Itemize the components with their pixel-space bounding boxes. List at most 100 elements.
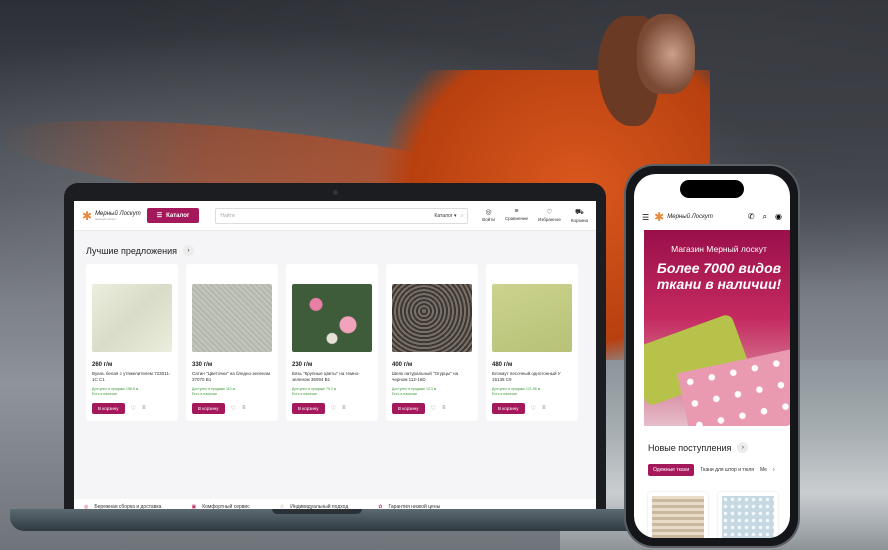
- product-price: 480 г/м: [492, 362, 513, 368]
- product-price: 330 г/м: [192, 362, 213, 368]
- login-button[interactable]: ◎ Войти: [482, 208, 495, 223]
- mobile-header: ☰ ✱ Мерный Лоскут ✆ ⌕ ◉: [634, 210, 790, 224]
- dynamic-island: [680, 180, 744, 198]
- brand-tagline: мерный лоскут: [95, 216, 116, 221]
- product-price: 400 г/м: [392, 362, 413, 368]
- product-name[interactable]: Сатин "Цветочки" на бледно-зеленом 37070…: [192, 371, 272, 384]
- catalog-label: Каталог: [166, 212, 190, 219]
- add-to-cart-button[interactable]: В корзину: [292, 402, 325, 414]
- product-image[interactable]: [292, 284, 372, 352]
- product-name[interactable]: Блэкаут песочный однотонный У 15138 С9: [492, 371, 572, 384]
- heart-icon: ♡: [546, 209, 553, 216]
- add-to-cart-button[interactable]: В корзину: [192, 402, 225, 414]
- compare-icon[interactable]: ≡: [342, 405, 346, 411]
- laptop-base: [10, 509, 670, 531]
- product-name[interactable]: Бязь "Крупные цветы" на темно-зеленом 36…: [292, 371, 372, 384]
- product-card[interactable]: 260 г/м Вуаль белая с утяжелителем 72301…: [86, 264, 178, 421]
- brand-name: Мерный Лоскут: [95, 210, 141, 217]
- chevron-right-icon[interactable]: ›: [737, 442, 749, 453]
- product-list: 260 г/м Вуаль белая с утяжелителем 72301…: [74, 264, 596, 421]
- compare-label: Сравнение: [504, 216, 529, 221]
- cart-button[interactable]: ⛟ Корзина: [571, 208, 588, 223]
- product-image[interactable]: [492, 284, 572, 352]
- model-head: [637, 14, 695, 94]
- compare-icon: ≡: [514, 208, 519, 215]
- logo-star-icon: ✱: [654, 210, 665, 224]
- mobile-header-actions: ✆ ⌕ ◉: [748, 212, 782, 222]
- section-title-text: Лучшие предложения: [86, 245, 178, 256]
- logo[interactable]: ✱ Мерный Лоскут: [654, 210, 713, 224]
- search-icon[interactable]: ⌕: [763, 212, 767, 222]
- heart-icon[interactable]: ♡: [231, 405, 236, 412]
- compare-button[interactable]: ≡ Сравнение: [505, 208, 528, 223]
- product-availability: Есть в наличии: [292, 392, 317, 397]
- new-arrivals-text: Новые поступления: [648, 442, 732, 453]
- product-image[interactable]: [652, 496, 704, 538]
- logo-star-icon: ✱: [82, 208, 93, 223]
- menu-icon[interactable]: ☰: [642, 213, 649, 222]
- search-scope-select[interactable]: Каталог ▾: [434, 213, 456, 219]
- compare-icon[interactable]: ≡: [542, 405, 546, 411]
- product-card[interactable]: 230 г/м Бязь "Крупные цветы" на темно-зе…: [286, 264, 378, 421]
- product-availability: Есть в наличии: [192, 392, 217, 397]
- promo-banner[interactable]: Магазин Мерный лоскут Более 7000 видов т…: [644, 230, 790, 426]
- section-title: Лучшие предложения ›: [74, 231, 596, 264]
- cart-icon: ⛟: [575, 209, 584, 216]
- search-input[interactable]: Найти Каталог ▾ ⌕: [215, 207, 469, 224]
- laptop-screen: ✱ Мерный Лоскут мерный лоскут ☰ Каталог …: [74, 201, 596, 517]
- product-card[interactable]: 480 г/м Блэкаут песочный однотонный У 15…: [486, 264, 578, 421]
- catalog-button[interactable]: ☰ Каталог: [146, 208, 200, 223]
- header-actions: ◎ Войти ≡ Сравнение ♡ Избранное ⛟ Корзина: [482, 208, 588, 223]
- tab-more[interactable]: Ме: [760, 467, 767, 473]
- cart-label: Корзина: [570, 218, 588, 223]
- favorites-button[interactable]: ♡ Избранное: [538, 208, 561, 223]
- tab-curtain-fabrics[interactable]: Ткани для штор и тюля: [700, 467, 754, 473]
- product-name[interactable]: Вуаль белая с утяжелителем 723011-1С С1: [92, 371, 172, 384]
- product-card[interactable]: [648, 492, 708, 538]
- product-availability: Есть в наличии: [92, 392, 117, 397]
- product-price: 260 г/м: [92, 362, 113, 368]
- product-image[interactable]: [92, 284, 172, 352]
- product-price: 230 г/м: [292, 362, 313, 368]
- product-availability: Есть в наличии: [392, 392, 417, 397]
- product-card[interactable]: [718, 492, 778, 538]
- new-arrivals-title: Новые поступления ›: [648, 442, 749, 453]
- product-name[interactable]: Шелк натуральный "Огурцы" на черном 112-…: [392, 371, 472, 384]
- compare-icon[interactable]: ≡: [442, 405, 446, 411]
- new-products-list: [648, 492, 778, 538]
- banner-subtitle: Магазин Мерный лоскут: [671, 244, 767, 254]
- heart-icon[interactable]: ♡: [331, 405, 336, 412]
- product-image[interactable]: [192, 284, 272, 352]
- phone-icon[interactable]: ✆: [748, 212, 755, 222]
- add-to-cart-button[interactable]: В корзину: [492, 402, 525, 414]
- search-placeholder: Найти: [220, 212, 235, 219]
- chevron-right-icon[interactable]: ›: [773, 467, 775, 473]
- login-label: Войти: [482, 217, 495, 222]
- favorites-label: Избранное: [538, 217, 561, 222]
- heart-icon[interactable]: ♡: [531, 405, 536, 412]
- menu-icon: ☰: [156, 213, 163, 219]
- category-tabs: Одежные ткани Ткани для штор и тюля Ме ›: [648, 464, 775, 476]
- add-to-cart-button[interactable]: В корзину: [392, 402, 425, 414]
- logo[interactable]: ✱ Мерный Лоскут мерный лоскут: [82, 209, 141, 223]
- product-card[interactable]: 330 г/м Сатин "Цветочки" на бледно-зелен…: [186, 264, 278, 421]
- product-availability: Есть в наличии: [492, 392, 517, 397]
- product-card[interactable]: 400 г/м Шелк натуральный "Огурцы" на чер…: [386, 264, 478, 421]
- brand-name: Мерный Лоскут: [667, 214, 713, 220]
- heart-icon[interactable]: ♡: [131, 405, 136, 412]
- compare-icon[interactable]: ≡: [242, 405, 246, 411]
- user-icon: ◎: [485, 209, 492, 216]
- compare-icon[interactable]: ≡: [142, 405, 146, 411]
- tab-clothing-fabrics[interactable]: Одежные ткани: [648, 464, 695, 476]
- user-icon[interactable]: ◉: [775, 212, 782, 222]
- site-header: ✱ Мерный Лоскут мерный лоскут ☰ Каталог …: [74, 201, 596, 231]
- chevron-right-icon[interactable]: ›: [183, 245, 195, 256]
- product-image[interactable]: [392, 284, 472, 352]
- add-to-cart-button[interactable]: В корзину: [92, 402, 125, 414]
- search-icon[interactable]: ⌕: [460, 213, 463, 219]
- phone-screen: ☰ ✱ Мерный Лоскут ✆ ⌕ ◉ Магазин Мерный ло…: [634, 174, 790, 538]
- product-image[interactable]: [722, 496, 774, 538]
- laptop-mockup: ✱ Мерный Лоскут мерный лоскут ☰ Каталог …: [64, 183, 606, 517]
- camera: [333, 190, 338, 195]
- heart-icon[interactable]: ♡: [431, 405, 436, 412]
